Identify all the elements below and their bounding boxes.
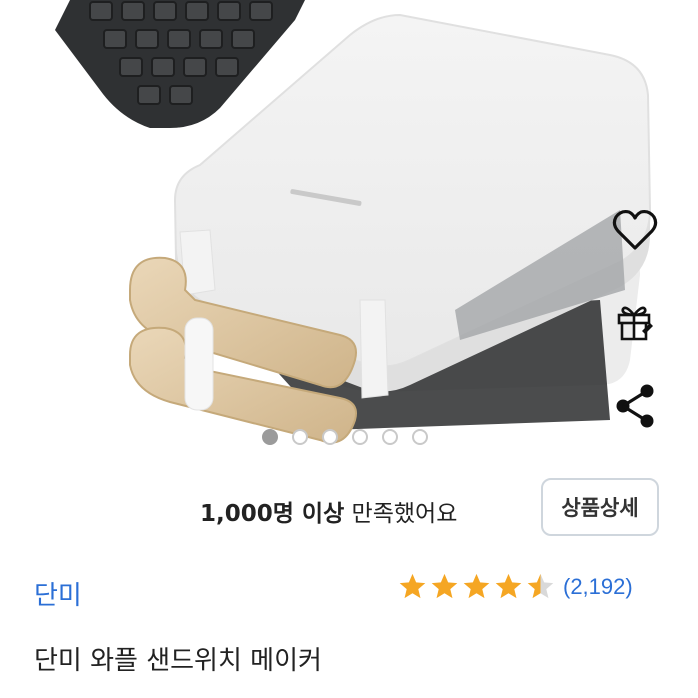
heart-icon	[612, 209, 658, 250]
rating-summary[interactable]: (2,192)	[398, 572, 633, 601]
satisfaction-text: 1,000명 이상 만족했어요	[200, 494, 457, 528]
product-image	[55, 0, 652, 444]
star-icon	[399, 573, 426, 599]
carousel-dot[interactable]	[382, 429, 398, 445]
half-star-icon	[527, 573, 554, 599]
share-icon	[616, 384, 654, 428]
star-icon	[495, 573, 522, 599]
satisfaction-count: 1,000명 이상	[200, 501, 345, 527]
carousel-dot[interactable]	[352, 429, 368, 445]
share-button[interactable]	[610, 381, 660, 431]
star-rating	[398, 572, 555, 601]
review-count[interactable]: (2,192)	[563, 574, 633, 600]
carousel-indicator	[262, 429, 428, 445]
carousel-dot[interactable]	[412, 429, 428, 445]
product-title: 단미 와플 샌드위치 메이커	[34, 646, 322, 676]
product-image-carousel[interactable]	[0, 0, 698, 460]
carousel-dot[interactable]	[292, 429, 308, 445]
wishlist-button[interactable]	[610, 205, 660, 255]
carousel-dot[interactable]	[262, 429, 278, 445]
satisfaction-row: 1,000명 이상 만족했어요 상품상세	[0, 478, 698, 538]
product-detail-button[interactable]: 상품상세	[541, 478, 659, 536]
star-icon	[463, 573, 490, 599]
carousel-dot[interactable]	[322, 429, 338, 445]
gift-icon	[617, 306, 653, 341]
star-icon	[431, 573, 458, 599]
brand-link[interactable]: 단미	[34, 575, 82, 612]
gift-button[interactable]	[610, 297, 660, 347]
satisfaction-label: 만족했어요	[344, 501, 458, 527]
